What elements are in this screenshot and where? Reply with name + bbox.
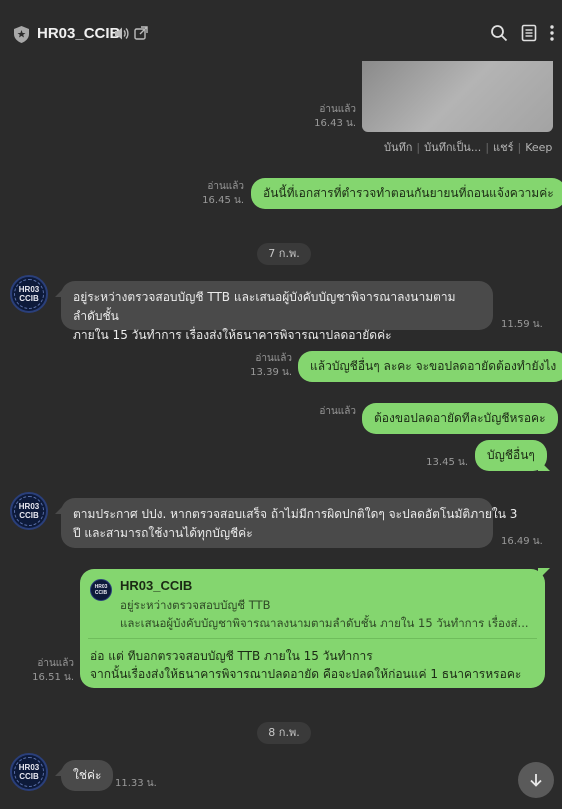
avatar-ring <box>14 279 44 309</box>
message-text: อันนี้ที่เอกสารที่ตำรวจทำตอนกันยายนที่ถอ… <box>263 186 554 200</box>
quoted-message[interactable]: HR03 CCIB HR03_CCIB อยู่ระหว่างตรวจสอบบั… <box>88 576 537 639</box>
reply-text: อ่อ แต่ ทีบอกตรวจสอบบัญชี TTB ภายใน 15 ว… <box>90 647 521 683</box>
read-meta: อ่านแล้ว <box>300 405 356 419</box>
shield-icon <box>14 26 29 43</box>
message-text-line: อยู่ระหว่างตรวจสอบบัญชี TTB และเสนอผู้บั… <box>73 290 456 323</box>
message-bubble-in[interactable]: ตามประกาศ ปปง. หากตรวจสอบเสร็จ ถ้าไม่มีก… <box>61 498 518 548</box>
quote-sender-name: HR03_CCIB <box>120 578 193 593</box>
message-text: แล้วบัญชีอื่นๆ ละคะ จะขอปลดอายัดต้องทำยั… <box>310 359 557 373</box>
image-thumbnail[interactable] <box>362 61 553 132</box>
read-meta: 13.45 น. <box>410 456 468 470</box>
message-time: 16.45 น. <box>202 195 244 206</box>
chat-header: HR03_CCIB <box>0 0 562 56</box>
message-text: บัญชีอื่นๆ <box>487 448 535 462</box>
message-list[interactable]: อ่านแล้ว 16.43 น. บันทึก | บันทึกเป็น... | แ… <box>0 56 562 809</box>
message-bubble-out[interactable]: แล้วบัญชีอื่นๆ ละคะ จะขอปลดอายัดต้องทำยั… <box>298 351 562 382</box>
message-time: 11.33 น. <box>115 778 157 789</box>
read-label: อ่านแล้ว <box>319 406 356 417</box>
quote-text-line: และเสนอผู้บังคับบัญชาพิจารณาลงนามตามลำดั… <box>120 616 529 630</box>
divider: | <box>416 141 421 154</box>
date-separator: 7 ก.พ. <box>257 243 311 265</box>
message-text-line: ปี และสามารถใช้งานได้ทุกบัญชีค่ะ <box>73 526 253 540</box>
message-time: 11.59 น. <box>501 319 543 330</box>
message-time: 16.43 น. <box>314 118 356 129</box>
share-button[interactable]: แชร์ <box>493 141 513 154</box>
read-meta: อ่านแล้ว 13.39 น. <box>238 352 292 380</box>
save-as-button[interactable]: บันทึกเป็น... <box>424 141 481 154</box>
read-label: อ่านแล้ว <box>37 658 74 669</box>
avatar[interactable]: HR03 CCIB <box>10 492 48 530</box>
chat-title[interactable]: HR03_CCIB <box>37 25 120 42</box>
scroll-to-bottom-button[interactable] <box>518 762 554 798</box>
quote-text-line: อยู่ระหว่างตรวจสอบบัญชี TTB <box>120 598 271 612</box>
read-label: อ่านแล้ว <box>207 181 244 192</box>
read-meta: อ่านแล้ว 16.51 น. <box>20 657 74 685</box>
message-text: ต้องขอปลดอายัดทีละบัญชีหรอคะ <box>374 411 546 425</box>
arrow-down-icon <box>530 774 542 787</box>
message-time: 16.49 น. <box>501 536 543 547</box>
message-bubble-in[interactable]: อยู่ระหว่างตรวจสอบบัญชี TTB และเสนอผู้บั… <box>61 281 493 342</box>
keep-button[interactable]: Keep <box>525 141 552 154</box>
avatar[interactable]: HR03 CCIB <box>10 275 48 313</box>
avatar[interactable]: HR03 CCIB <box>10 753 48 791</box>
message-time: 13.45 น. <box>426 457 468 468</box>
image-actions: บันทึก | บันทึกเป็น... | แชร์ | Keep <box>384 138 552 156</box>
message-bubble-in[interactable]: ใช่ค่ะ <box>61 760 114 791</box>
avatar-ring <box>14 757 44 787</box>
open-external-icon[interactable] <box>134 26 148 40</box>
divider: | <box>517 141 522 154</box>
speaker-icon[interactable] <box>114 26 129 41</box>
message-text-line: อ่อ แต่ ทีบอกตรวจสอบบัญชี TTB ภายใน 15 ว… <box>90 649 373 663</box>
reply-message-bubble[interactable]: HR03 CCIB HR03_CCIB อยู่ระหว่างตรวจสอบบั… <box>80 569 545 688</box>
message-bubble-out[interactable]: บัญชีอื่นๆ <box>475 440 547 471</box>
message-time: 16.51 น. <box>32 672 74 683</box>
read-label: อ่านแล้ว <box>255 353 292 364</box>
read-label: อ่านแล้ว <box>319 104 356 115</box>
message-text-line: ภายใน 15 วันทำการ เรื่องส่งให้ธนาคารพิจา… <box>73 328 392 342</box>
quote-avatar: HR03 CCIB <box>90 579 112 601</box>
image-read-meta: อ่านแล้ว 16.43 น. <box>300 103 356 131</box>
message-bubble-out[interactable]: ต้องขอปลดอายัดทีละบัญชีหรอคะ <box>362 403 558 434</box>
date-separator: 8 ก.พ. <box>257 722 311 744</box>
message-bubble-out[interactable]: อันนี้ที่เอกสารที่ตำรวจทำตอนกันยายนที่ถอ… <box>251 178 562 209</box>
more-icon[interactable] <box>547 24 557 42</box>
message-text-line: ตามประกาศ ปปง. หากตรวจสอบเสร็จ ถ้าไม่มีก… <box>73 507 518 521</box>
message-text: ใช่ค่ะ <box>73 768 102 782</box>
notes-icon[interactable] <box>520 24 538 42</box>
save-button[interactable]: บันทึก <box>384 141 412 154</box>
avatar-text-bottom: CCIB <box>94 590 108 596</box>
read-meta: อ่านแล้ว 16.45 น. <box>190 180 244 208</box>
search-icon[interactable] <box>490 24 508 42</box>
message-time: 13.39 น. <box>250 367 292 378</box>
divider: | <box>485 141 490 154</box>
avatar-ring <box>14 496 44 526</box>
message-text-line: จากนั้นเรื่องส่งให้ธนาคารพิจารณาปลดอายัด… <box>90 667 522 681</box>
